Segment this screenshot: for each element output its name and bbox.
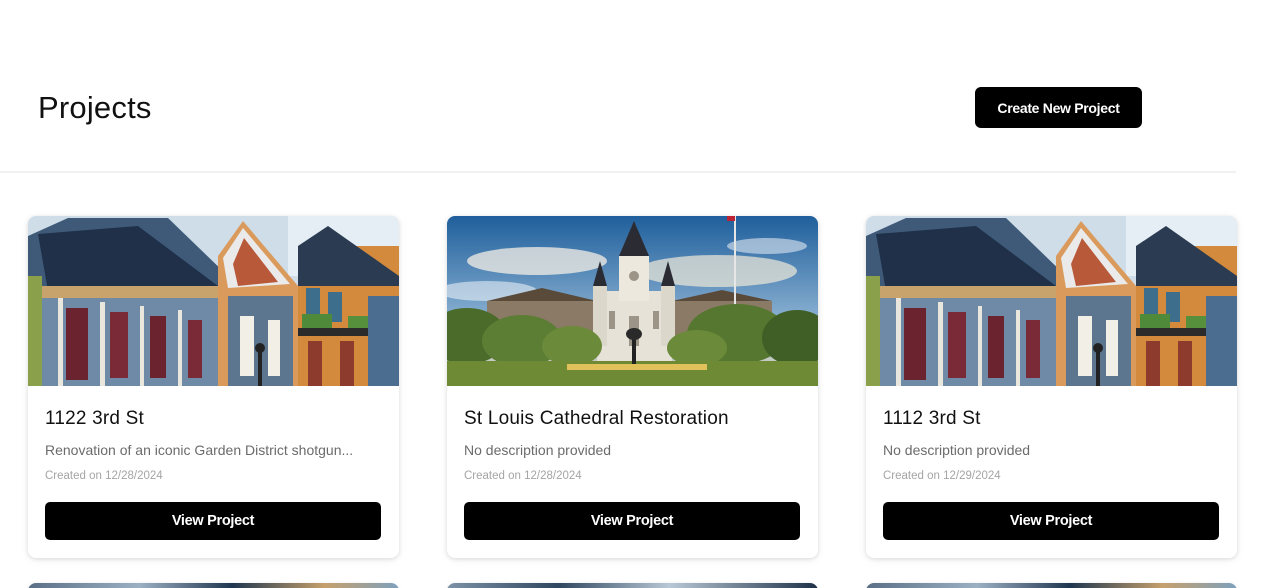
project-title: 1122 3rd St — [45, 408, 145, 429]
page-header: Projects Create New Project — [0, 0, 1271, 173]
project-created-date: Created on 12/28/2024 — [45, 470, 163, 482]
project-image — [28, 216, 399, 386]
next-row-card-preview — [866, 583, 1237, 588]
project-created-date: Created on 12/29/2024 — [883, 470, 1001, 482]
view-project-button[interactable]: View Project — [883, 502, 1219, 540]
project-card: St Louis Cathedral Restoration No descri… — [447, 216, 818, 558]
project-title: St Louis Cathedral Restoration — [464, 408, 729, 429]
project-created-date: Created on 12/28/2024 — [464, 470, 582, 482]
project-card: 1122 3rd St Renovation of an iconic Gard… — [28, 216, 399, 558]
project-image — [866, 216, 1237, 386]
page-title: Projects — [38, 90, 152, 125]
create-new-project-button[interactable]: Create New Project — [975, 87, 1142, 128]
project-title: 1112 3rd St — [883, 408, 981, 429]
project-card: 1112 3rd St No description provided Crea… — [866, 216, 1237, 558]
project-description: No description provided — [464, 442, 612, 458]
project-image — [447, 216, 818, 386]
project-description: No description provided — [883, 442, 1031, 458]
header-divider — [0, 171, 1236, 173]
project-description: Renovation of an iconic Garden District … — [45, 442, 354, 458]
next-row-card-preview — [28, 583, 399, 588]
view-project-button[interactable]: View Project — [464, 502, 800, 540]
next-row-card-preview — [447, 583, 818, 588]
view-project-button[interactable]: View Project — [45, 502, 381, 540]
